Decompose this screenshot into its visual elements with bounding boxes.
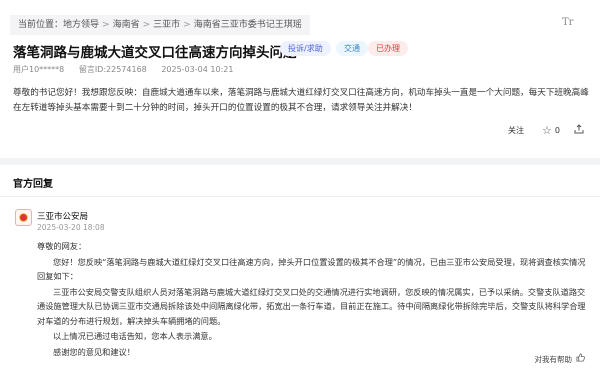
follow-button[interactable]: 关注 (508, 125, 524, 136)
star-icon[interactable]: ☆ (542, 124, 552, 137)
reply-body: 尊敬的网友： 您好！您反映“落笔洞路与鹿城大道红绿灯交叉口往高速方向，掉头开口位… (37, 239, 592, 360)
thumbs-up-icon (576, 353, 585, 365)
reply-paragraph: 您好！您反映“落笔洞路与鹿城大道红绿灯交叉口往高速方向，掉头开口位置设置的极其不… (37, 256, 586, 282)
reply-paragraph: 感谢您的意见和建议！ (53, 346, 135, 357)
breadcrumb-item-2[interactable]: 海南省 (113, 15, 140, 35)
post-card: 当前位置：地方领导 > 海南省 > 三亚市 > 海南省三亚市委书记王琪瑶 Tr 落笔洞路与鹿… (0, 0, 600, 158)
breadcrumb-separator: > (142, 20, 151, 30)
breadcrumb-label: 当前位置： (18, 20, 64, 30)
post-date: 2025-03-04 10:21 (161, 65, 234, 74)
post-title: 落笔洞路与鹿城大道交叉口往高速方向掉头问题 (13, 45, 297, 61)
post-user: 用户10*****8 (13, 65, 65, 74)
reply-paragraph: 三亚市公安局交警支队组织人员对落笔洞路与鹿城大道红绿灯交叉口处的交通情况进行实地… (37, 286, 586, 326)
tag-category: 交通 (336, 41, 368, 56)
font-size-icon[interactable]: Tr (562, 17, 573, 28)
breadcrumb-item-3[interactable]: 三亚市 (153, 15, 180, 35)
post-actions: 关注 ☆ 0 (508, 124, 584, 137)
breadcrumb-separator: > (183, 20, 191, 30)
breadcrumb-item-4[interactable]: 海南省三亚市委书记王琪瑶 (194, 15, 302, 35)
post-greeting: 尊敬的书记您好！我想跟您反映： (13, 88, 142, 98)
status-badge: 已办理 (368, 41, 408, 56)
post-meta: 用户10*****8 留言ID:22574168 2025-03-04 10:2… (13, 64, 245, 75)
section-title: 官方回复 (13, 179, 53, 190)
helpful-button[interactable]: 对我有帮助 (535, 353, 586, 365)
breadcrumb: 当前位置：地方领导 > 海南省 > 三亚市 > 海南省三亚市委书记王琪瑶 (10, 15, 310, 35)
share-icon[interactable] (574, 124, 584, 137)
reply-salutation: 尊敬的网友： (37, 241, 87, 251)
reply-org: 三亚市公安局 (37, 212, 89, 222)
post-body: 尊敬的书记您好！我想跟您反映：自鹿城大道通车以来，落笔洞路与鹿城大道红绿灯交叉口… (13, 86, 591, 118)
reply-paragraph: 以上情况已通过电话告知，您本人表示满意。 (53, 331, 217, 341)
police-emblem-icon (19, 213, 28, 222)
breadcrumb-item-1[interactable]: 地方领导 (63, 15, 99, 35)
divider (0, 196, 600, 197)
helpful-label: 对我有帮助 (534, 354, 573, 364)
reply-time: 2025-03-20 18:08 (37, 223, 105, 232)
star-count: 0 (554, 126, 560, 135)
tag-type: 投诉/求助 (280, 41, 331, 56)
post-id: 留言ID:22574168 (78, 65, 147, 74)
breadcrumb-separator: > (102, 20, 110, 30)
avatar (15, 209, 32, 226)
